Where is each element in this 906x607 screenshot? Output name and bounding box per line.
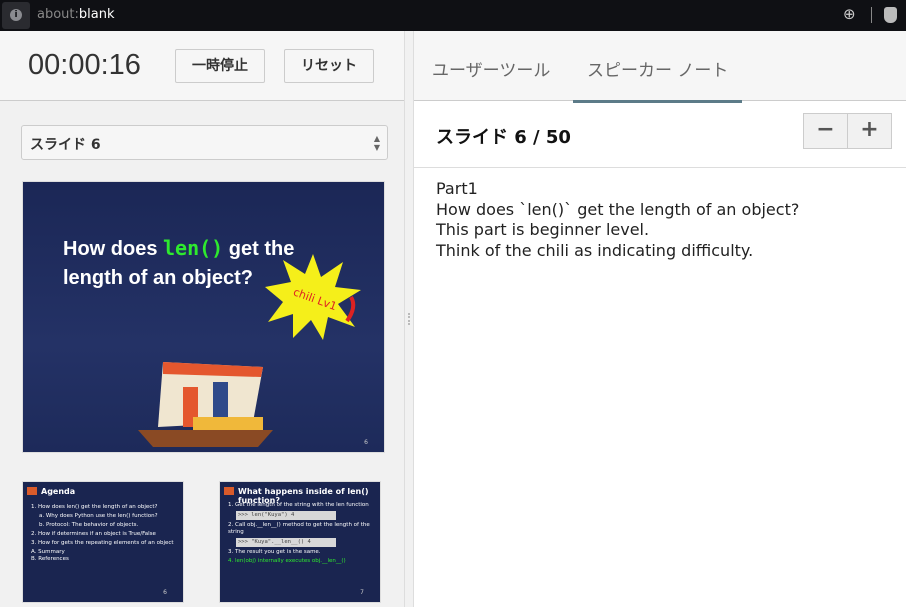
slide-counter: スライド 6 / 50 [436,127,571,148]
brave-shield-icon[interactable] [884,7,897,23]
slide-select[interactable]: スライド 6 ▲ ▼ [21,125,388,160]
browser-bar: i about:blank ⊕ [0,0,906,31]
slide-thumbnail[interactable]: What happens inside of len() function? 1… [219,481,381,603]
address-bar[interactable]: about:blank [37,7,115,22]
speaker-notes: Part1 How does `len()` get the length of … [436,179,800,260]
increase-font-button[interactable]: + [847,113,892,149]
reset-button[interactable]: リセット [284,49,374,83]
drag-handle-icon [408,313,410,325]
slide-thumbnail[interactable]: Agenda 1. How does len() get the length … [22,481,184,603]
notes-header: スライド 6 / 50 − + [414,101,906,168]
chili-badge-icon: chili Lv1 [265,254,361,340]
tab-user-tools[interactable]: ユーザーツール [432,56,550,81]
logo-icon [27,487,37,495]
info-icon: i [10,9,22,21]
ship-illustration [138,362,273,447]
tab-bar: ユーザーツール スピーカー ノート [414,31,906,103]
divider [871,7,872,23]
tab-speaker-notes[interactable]: スピーカー ノート [573,56,743,103]
site-info-button[interactable]: i [2,2,30,29]
zoom-icon[interactable]: ⊕ [843,5,856,23]
pause-button[interactable]: 一時停止 [175,49,265,83]
logo-icon [224,487,234,495]
presenter-left-panel: 00:00:16 一時停止 リセット スライド 6 ▲ ▼ How does len… [0,31,404,607]
current-slide-preview[interactable]: How does len() get the length of an objec… [22,181,385,453]
presenter-right-panel: ユーザーツール スピーカー ノート スライド 6 / 50 − + Part1 H… [414,31,906,607]
panel-resize-handle[interactable] [404,31,414,607]
decrease-font-button[interactable]: − [803,113,848,149]
slide-title: How does len() get the length of an objec… [63,236,295,289]
timer: 00:00:16 [28,49,141,81]
timer-bar: 00:00:16 一時停止 リセット [0,31,404,101]
select-arrows-icon: ▲ ▼ [373,134,380,152]
